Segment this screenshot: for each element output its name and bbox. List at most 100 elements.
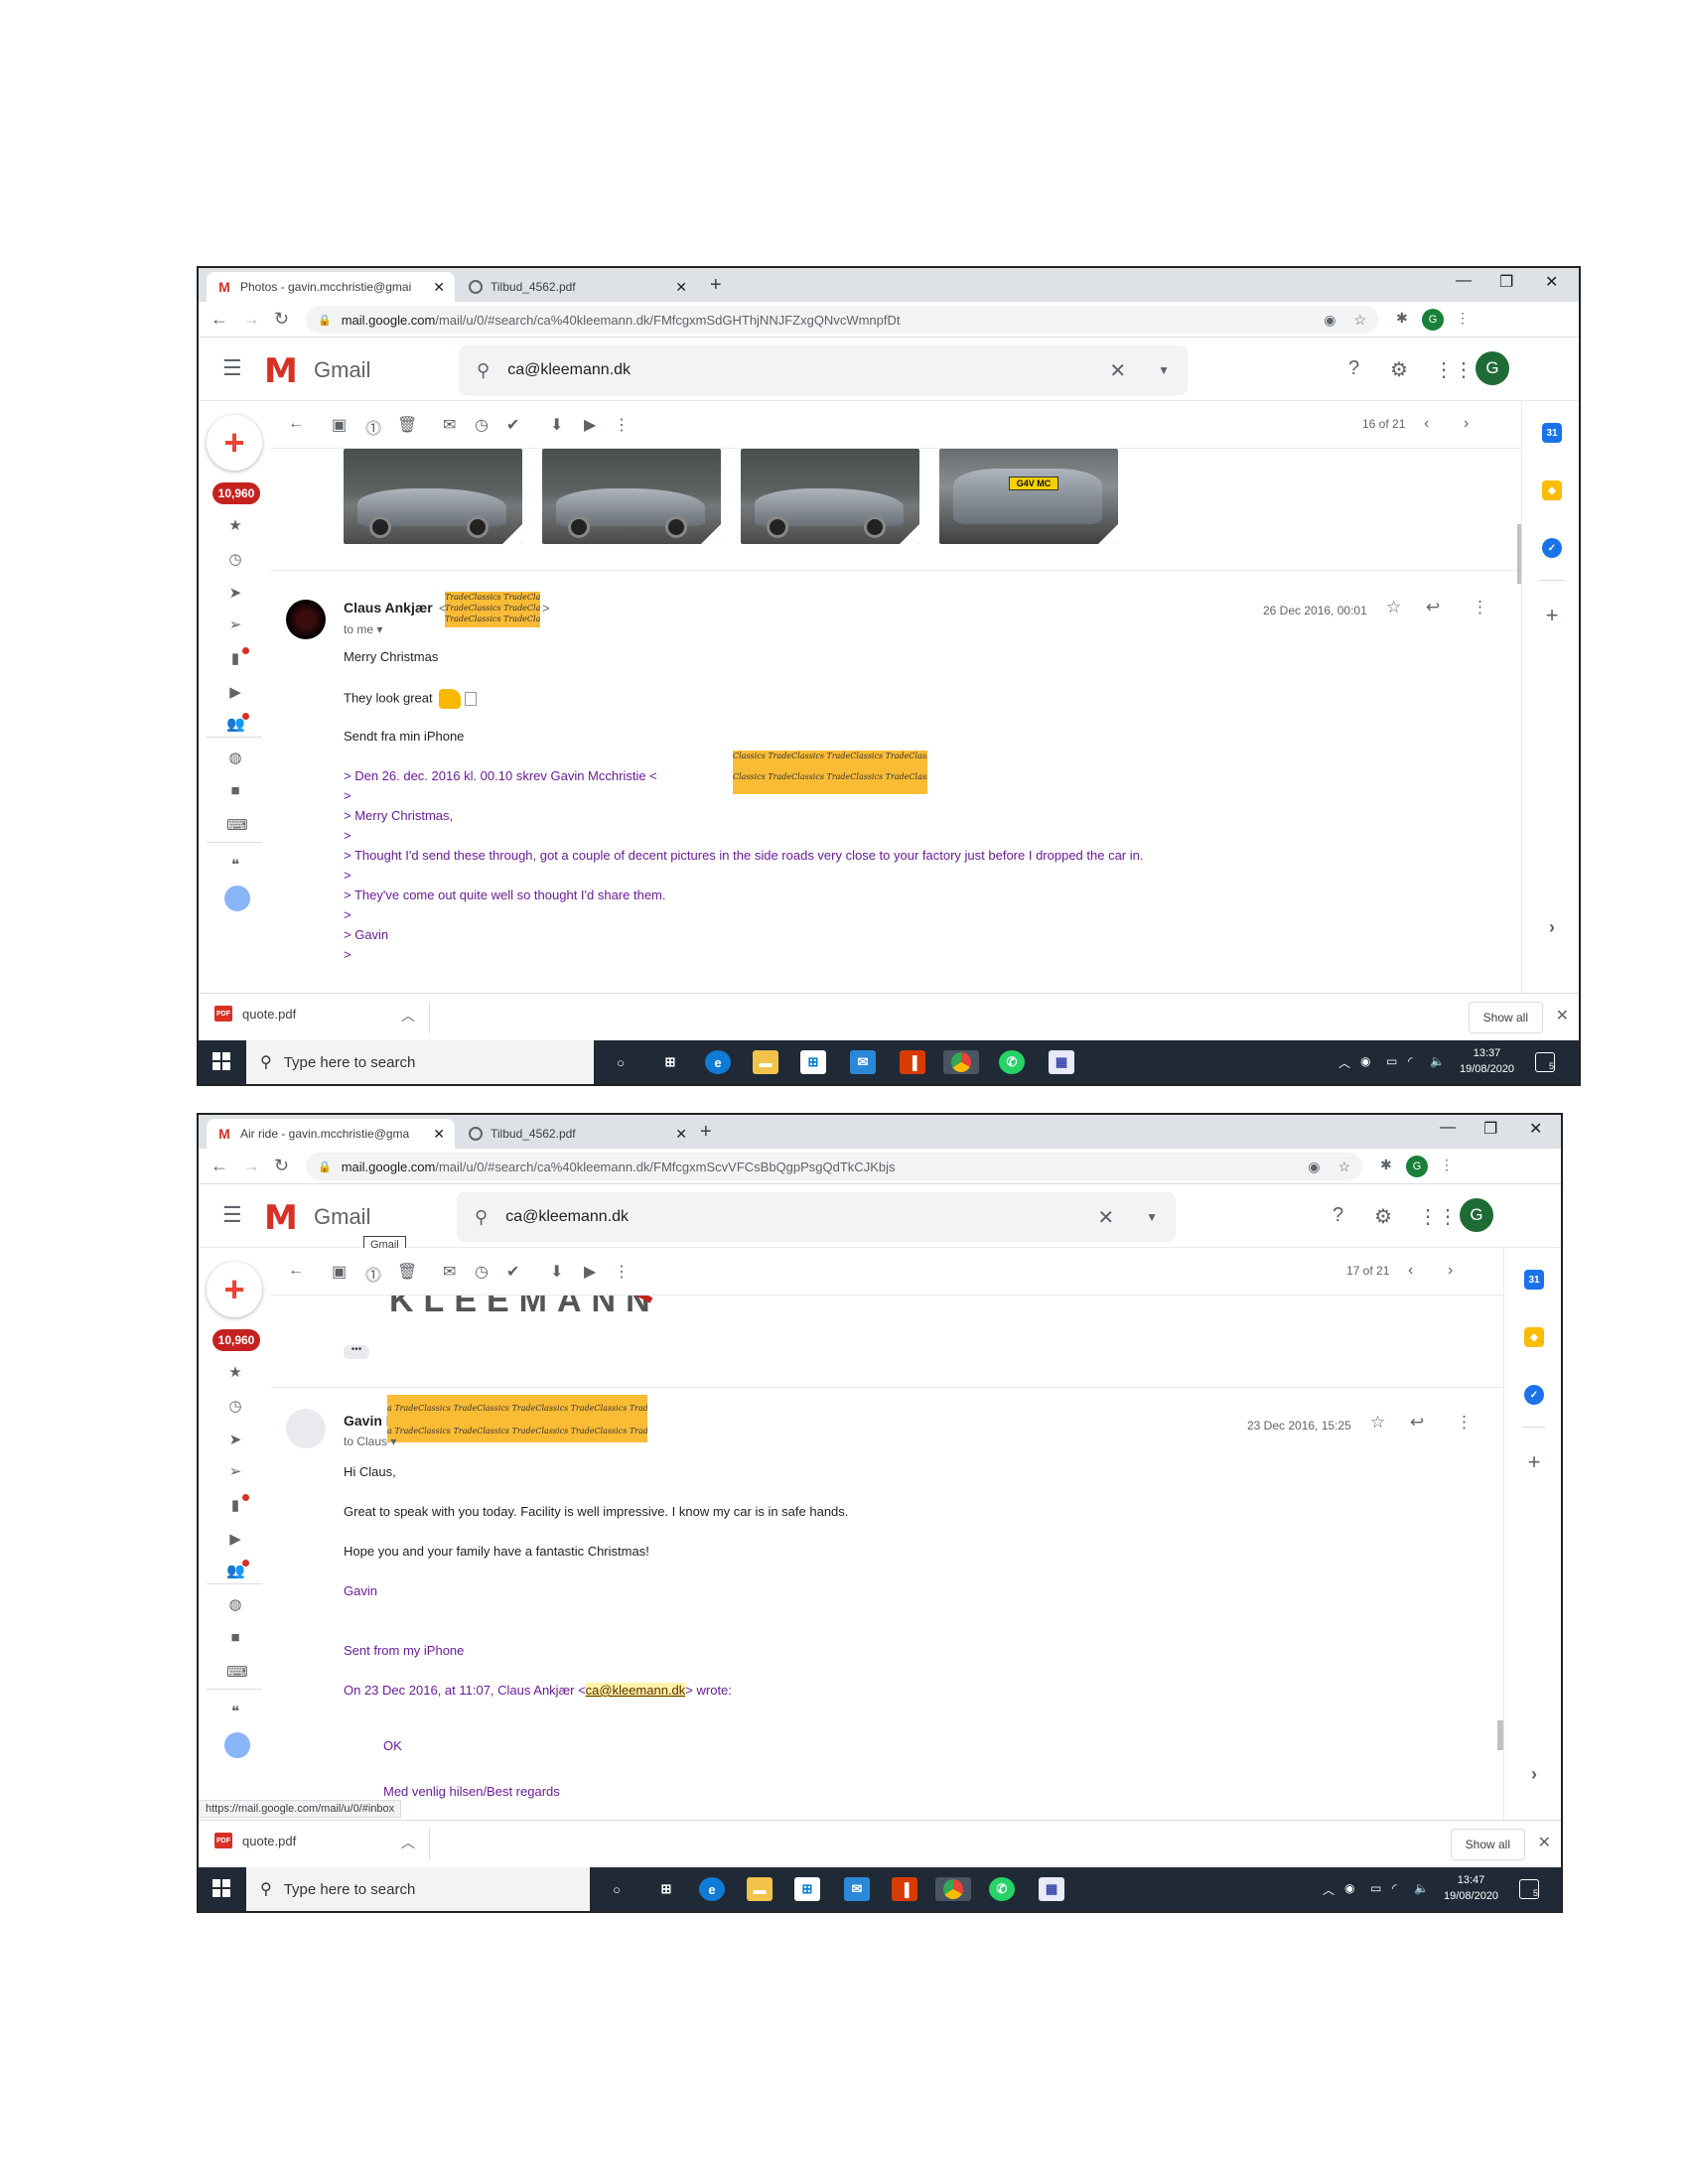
- close-download-bar-icon[interactable]: ✕: [1538, 1833, 1551, 1852]
- taskbar-search[interactable]: ⚲ Type here to search: [246, 1040, 594, 1084]
- star-icon[interactable]: ☆: [1370, 1413, 1385, 1433]
- account-avatar[interactable]: G: [1476, 351, 1509, 385]
- keep-icon[interactable]: ◆: [1524, 1327, 1544, 1347]
- cortana-icon[interactable]: ○: [604, 1877, 630, 1901]
- menu-kebab-icon[interactable]: ⋮: [1456, 310, 1470, 327]
- download-options-icon[interactable]: ︿: [401, 1006, 415, 1025]
- notification-center-icon[interactable]: 5: [1535, 1052, 1555, 1072]
- close-tab-icon[interactable]: ✕: [675, 279, 687, 296]
- show-trimmed-content-button[interactable]: •••: [344, 1345, 369, 1359]
- mail-icon[interactable]: ✉: [844, 1877, 870, 1901]
- profile-avatar[interactable]: G: [1406, 1156, 1428, 1177]
- image-viewer-icon[interactable]: ▦: [1039, 1877, 1064, 1901]
- compose-button[interactable]: +: [207, 1262, 262, 1317]
- profile-avatar[interactable]: G: [1422, 309, 1444, 331]
- restore-icon[interactable]: ❐: [1483, 1119, 1497, 1139]
- account-avatar[interactable]: G: [1460, 1198, 1493, 1232]
- help-icon[interactable]: ?: [1348, 357, 1359, 380]
- add-addon-icon[interactable]: +: [1542, 603, 1562, 627]
- add-task-icon[interactable]: ✔: [506, 1262, 519, 1282]
- delete-icon[interactable]: 🗑: [397, 1262, 417, 1282]
- hangouts-avatar[interactable]: [224, 886, 250, 911]
- whatsapp-icon[interactable]: ✆: [989, 1877, 1015, 1901]
- restore-icon[interactable]: ❐: [1499, 272, 1513, 292]
- next-message-icon[interactable]: ›: [1448, 1262, 1453, 1280]
- file-explorer-icon[interactable]: ▬: [753, 1050, 778, 1074]
- photo-attachment[interactable]: [344, 449, 522, 544]
- settings-gear-icon[interactable]: ⚙: [1374, 1204, 1392, 1229]
- calendar-icon[interactable]: 31: [1524, 1270, 1544, 1290]
- image-viewer-icon[interactable]: ▦: [1049, 1050, 1074, 1074]
- battery-icon[interactable]: ▭: [1386, 1054, 1397, 1068]
- labels-icon[interactable]: ▶: [584, 1262, 596, 1282]
- compose-button[interactable]: +: [207, 415, 262, 471]
- reply-icon[interactable]: ↩: [1426, 598, 1440, 617]
- cortana-icon[interactable]: ○: [608, 1050, 633, 1074]
- notification-center-icon[interactable]: 5: [1519, 1879, 1539, 1899]
- taskbar-clock[interactable]: 13:47 19/08/2020: [1444, 1872, 1498, 1904]
- add-task-icon[interactable]: ✔: [506, 415, 519, 435]
- gmail-logo-icon[interactable]: M: [264, 351, 298, 391]
- search-box[interactable]: ⚲ ca@kleemann.dk ✕ ▼: [457, 1192, 1176, 1242]
- clear-search-icon[interactable]: ✕: [1097, 1205, 1114, 1230]
- keyboard-icon[interactable]: ⌨: [226, 816, 248, 834]
- edge-icon[interactable]: e: [699, 1877, 725, 1901]
- new-tab-icon[interactable]: +: [700, 1121, 712, 1144]
- meet-video-icon[interactable]: ■: [226, 782, 244, 799]
- snoozed-clock-icon[interactable]: ◷: [226, 550, 244, 568]
- url-field[interactable]: 🔒 mail.google.com /mail/u/0/#search/ca%4…: [306, 1153, 1362, 1180]
- task-view-icon[interactable]: ⊞: [653, 1877, 679, 1901]
- important-icon[interactable]: ➤: [226, 584, 244, 602]
- chrome-icon[interactable]: [943, 1050, 979, 1074]
- important-icon[interactable]: ➤: [226, 1431, 244, 1448]
- search-box[interactable]: ⚲ ca@kleemann.dk ✕ ▼: [459, 345, 1188, 395]
- close-tab-icon[interactable]: ✕: [675, 1126, 687, 1143]
- calendar-icon[interactable]: 31: [1542, 423, 1562, 443]
- help-icon[interactable]: ?: [1333, 1204, 1343, 1227]
- snoozed-clock-icon[interactable]: ◷: [226, 1397, 244, 1415]
- scrollbar-thumb[interactable]: [1497, 1720, 1503, 1750]
- whatsapp-icon[interactable]: ✆: [999, 1050, 1025, 1074]
- taskbar-search[interactable]: ⚲ Type here to search: [246, 1867, 590, 1911]
- download-item[interactable]: PDF quote.pdf: [214, 1833, 296, 1848]
- photo-attachment[interactable]: [542, 449, 721, 544]
- report-spam-icon[interactable]: ⓵: [365, 1262, 381, 1286]
- tray-app-icon[interactable]: ◉: [1360, 1054, 1370, 1068]
- search-input[interactable]: ca@kleemann.dk: [505, 1208, 629, 1226]
- star-icon[interactable]: ☆: [1386, 598, 1401, 617]
- battery-icon[interactable]: ▭: [1370, 1881, 1381, 1895]
- sent-icon[interactable]: ➢: [226, 1462, 244, 1480]
- sender-name[interactable]: Claus Ankjær: [344, 600, 433, 615]
- store-icon[interactable]: ⊞: [794, 1877, 820, 1901]
- apps-grid-icon[interactable]: ⋮⋮: [1418, 1204, 1458, 1229]
- settings-gear-icon[interactable]: ⚙: [1390, 357, 1408, 382]
- clear-search-icon[interactable]: ✕: [1109, 358, 1126, 383]
- label-icon[interactable]: ▶: [226, 1530, 244, 1548]
- more-actions-icon[interactable]: ⋮: [614, 415, 630, 435]
- back-icon[interactable]: ←: [211, 309, 228, 330]
- unread-count-badge[interactable]: 10,960: [212, 1329, 260, 1351]
- tasks-icon[interactable]: ✓: [1524, 1385, 1544, 1405]
- tray-app-icon[interactable]: ◉: [1344, 1881, 1354, 1895]
- move-to-icon[interactable]: ⬇: [550, 1262, 563, 1282]
- reload-icon[interactable]: ↻: [274, 1156, 289, 1176]
- tab-photos[interactable]: M Photos - gavin.mcchristie@gmai ✕: [207, 272, 455, 302]
- prev-message-icon[interactable]: ‹: [1408, 1262, 1413, 1280]
- meet-video-icon[interactable]: ■: [226, 1629, 244, 1646]
- recipient-to-claus[interactable]: to Claus ▾: [344, 1434, 396, 1448]
- window-close-icon[interactable]: ✕: [1545, 272, 1558, 292]
- sender-name[interactable]: Gavin I: [344, 1413, 390, 1429]
- extensions-icon[interactable]: ✱: [1396, 310, 1408, 327]
- store-icon[interactable]: ⊞: [800, 1050, 826, 1074]
- photo-attachment[interactable]: G4V MC: [939, 449, 1118, 544]
- main-menu-icon[interactable]: ☰: [222, 355, 242, 381]
- snooze-icon[interactable]: ◷: [475, 1262, 489, 1282]
- add-addon-icon[interactable]: +: [1524, 1449, 1544, 1474]
- taskbar-clock[interactable]: 13:37 19/08/2020: [1460, 1045, 1514, 1077]
- starred-icon[interactable]: ★: [226, 516, 244, 534]
- hangouts-avatar[interactable]: [224, 1732, 250, 1758]
- tray-chevron-icon[interactable]: ︿: [1323, 1881, 1335, 1898]
- next-message-icon[interactable]: ›: [1464, 415, 1469, 433]
- office-icon[interactable]: ▐: [900, 1050, 925, 1074]
- chat-icon[interactable]: ◍: [226, 749, 244, 766]
